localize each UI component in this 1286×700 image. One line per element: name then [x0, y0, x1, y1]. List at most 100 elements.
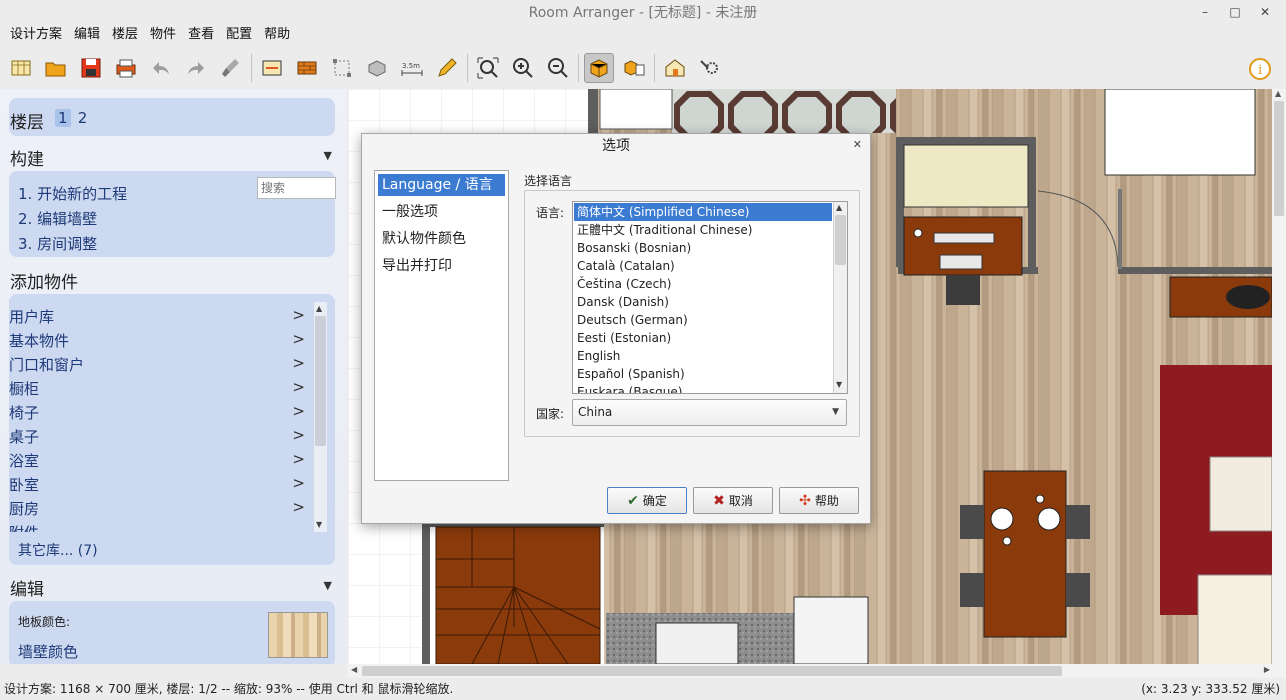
build-step-new-project[interactable]: 1. 开始新的工程 — [18, 183, 127, 204]
room-size-icon[interactable] — [257, 53, 287, 83]
menu-edit[interactable]: 编辑 — [68, 26, 106, 46]
floor-2-tab[interactable]: 2 — [75, 109, 91, 127]
language-option[interactable]: Bosanski (Bosnian) — [574, 239, 832, 257]
undo-icon[interactable] — [146, 53, 176, 83]
minimize-icon[interactable]: – — [1190, 0, 1220, 26]
title-bar: Room Arranger - [无标题] - 未注册 – □ ✕ — [0, 0, 1286, 26]
scroll-thumb[interactable] — [315, 316, 326, 446]
zoom-in-icon[interactable] — [508, 53, 538, 83]
language-option[interactable]: 正體中文 (Traditional Chinese) — [574, 221, 832, 239]
menu-objects[interactable]: 物件 — [144, 26, 182, 46]
language-list[interactable]: 简体中文 (Simplified Chinese) 正體中文 (Traditio… — [572, 201, 848, 394]
language-option[interactable]: Español (Spanish) — [574, 365, 832, 383]
library-doors-windows[interactable]: 门口和窗户 > — [9, 354, 305, 375]
close-icon[interactable]: ✕ — [853, 138, 862, 151]
toolbar-separator — [578, 54, 579, 82]
ok-button[interactable]: ✔ 确定 — [607, 487, 687, 514]
language-label: 语言: — [536, 206, 565, 220]
floor-1-tab[interactable]: 1 — [55, 109, 71, 127]
object-list-icon[interactable] — [619, 53, 649, 83]
nav-language[interactable]: Language / 语言 — [378, 174, 505, 196]
language-option[interactable]: Dansk (Danish) — [574, 293, 832, 311]
language-option[interactable]: Eesti (Estonian) — [574, 329, 832, 347]
library-tables[interactable]: 桌子 > — [9, 426, 305, 447]
menu-view[interactable]: 查看 — [182, 26, 220, 46]
library-kitchen[interactable]: 厨房 > — [9, 498, 305, 519]
select-area-icon[interactable] — [327, 53, 357, 83]
nav-export-print[interactable]: 导出并打印 — [378, 255, 505, 277]
canvas-horizontal-scrollbar[interactable]: ◀ ▶ — [348, 664, 1286, 678]
scroll-up-icon[interactable]: ▲ — [316, 304, 322, 313]
3d-object-icon[interactable] — [362, 53, 392, 83]
redo-icon[interactable] — [181, 53, 211, 83]
print-icon[interactable] — [111, 53, 141, 83]
scroll-thumb[interactable] — [362, 666, 1062, 676]
scroll-thumb[interactable] — [835, 215, 846, 265]
pencil-icon[interactable] — [432, 53, 462, 83]
library-basic[interactable]: 基本物件 > — [9, 330, 305, 351]
new-project-icon[interactable] — [6, 53, 36, 83]
menu-design[interactable]: 设计方案 — [4, 26, 68, 46]
cancel-button[interactable]: ✖ 取消 — [693, 487, 773, 514]
save-icon[interactable] — [76, 53, 106, 83]
country-select[interactable]: China ▼ — [572, 399, 847, 426]
scroll-up-icon[interactable]: ▲ — [1275, 89, 1281, 98]
library-label: 浴室 — [9, 452, 40, 470]
more-libraries-link[interactable]: 其它库... (7) — [18, 540, 98, 560]
settings-wrench-icon[interactable] — [695, 53, 725, 83]
zoom-fit-icon[interactable] — [473, 53, 503, 83]
scroll-up-icon[interactable]: ▲ — [836, 203, 842, 212]
help-label: 帮助 — [814, 494, 839, 508]
nav-default-colors[interactable]: 默认物件颜色 — [378, 228, 505, 250]
search-input[interactable] — [257, 177, 336, 199]
library-label: 基本物件 — [9, 332, 70, 350]
language-option[interactable]: 简体中文 (Simplified Chinese) — [574, 203, 832, 221]
dialog-title: 选项 — [602, 138, 630, 154]
measure-icon[interactable]: 3.5m — [397, 53, 427, 83]
library-scrollbar[interactable]: ▲ ▼ — [313, 302, 327, 532]
language-option[interactable]: Euskara (Basque) — [574, 383, 832, 393]
menu-help[interactable]: 帮助 — [258, 26, 296, 46]
menu-config[interactable]: 配置 — [220, 26, 258, 46]
library-bedroom[interactable]: 卧室 > — [9, 474, 305, 495]
info-icon[interactable]: i — [1245, 54, 1275, 84]
nav-general[interactable]: 一般选项 — [378, 201, 505, 223]
clear-brush-icon[interactable] — [216, 53, 246, 83]
chevron-right-icon: > — [292, 498, 305, 516]
floor-color-swatch[interactable] — [268, 612, 328, 658]
library-bathroom[interactable]: 浴室 > — [9, 450, 305, 471]
library-label: 厨房 — [9, 500, 40, 518]
scroll-down-icon[interactable]: ▼ — [836, 380, 842, 389]
wall-color-link[interactable]: 墙壁颜色 — [18, 641, 78, 662]
status-text: 设计方案: 1168 × 700 厘米, 楼层: 1/2 -- 缩放: 93% … — [4, 682, 454, 696]
maximize-icon[interactable]: □ — [1220, 0, 1250, 26]
language-list-scrollbar[interactable]: ▲ ▼ — [833, 202, 847, 393]
scroll-down-icon[interactable]: ▼ — [316, 520, 322, 529]
scroll-right-icon[interactable]: ▶ — [1264, 665, 1270, 674]
chevron-right-icon: > — [292, 330, 305, 348]
menu-floor[interactable]: 楼层 — [106, 26, 144, 46]
build-step-edit-walls[interactable]: 2. 编辑墙壁 — [18, 208, 97, 229]
collapse-build-icon[interactable]: ▼ — [324, 149, 332, 162]
library-user[interactable]: 用户库 > — [9, 306, 305, 327]
canvas-vertical-scrollbar[interactable]: ▲ — [1272, 89, 1286, 664]
collapse-edit-icon[interactable]: ▼ — [324, 579, 332, 592]
help-button[interactable]: ✣ 帮助 — [779, 487, 859, 514]
view-2d-box-icon[interactable] — [584, 53, 614, 83]
library-chairs[interactable]: 椅子 > — [9, 402, 305, 423]
zoom-out-icon[interactable] — [543, 53, 573, 83]
library-cabinets[interactable]: 橱柜 > — [9, 378, 305, 399]
language-option[interactable]: Čeština (Czech) — [574, 275, 832, 293]
wall-brick-icon[interactable] — [292, 53, 322, 83]
build-step-room-adjust[interactable]: 3. 房间调整 — [18, 233, 97, 254]
library-accessories[interactable]: 附件 — [9, 522, 305, 532]
3d-house-icon[interactable] — [660, 53, 690, 83]
scroll-left-icon[interactable]: ◀ — [351, 665, 357, 674]
language-option[interactable]: English — [574, 347, 832, 365]
language-option[interactable]: Català (Catalan) — [574, 257, 832, 275]
language-option[interactable]: Deutsch (German) — [574, 311, 832, 329]
close-icon[interactable]: ✕ — [1250, 0, 1280, 26]
scroll-thumb[interactable] — [1274, 101, 1284, 216]
menu-bar: 设计方案 编辑 楼层 物件 查看 配置 帮助 — [0, 26, 1286, 46]
open-folder-icon[interactable] — [41, 53, 71, 83]
